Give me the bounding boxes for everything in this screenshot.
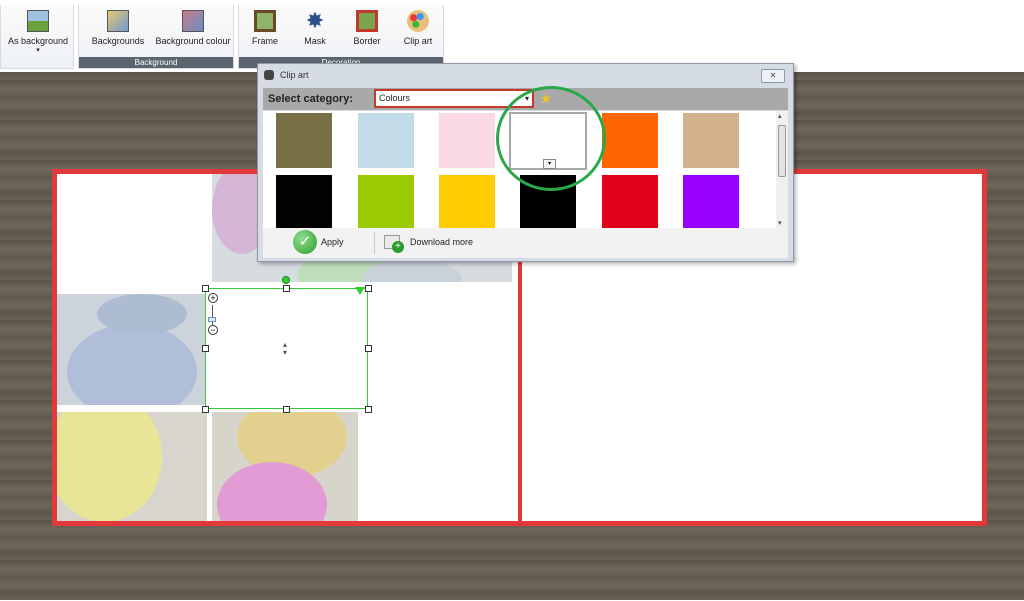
checkmark-icon: ✓ xyxy=(293,230,317,254)
dialog-title: Clip art xyxy=(280,70,309,80)
egg-shape xyxy=(57,412,162,521)
border-label: Border xyxy=(353,36,381,46)
mask-label: Mask xyxy=(304,36,326,46)
zoom-slider[interactable] xyxy=(212,305,213,325)
resize-handle[interactable] xyxy=(202,285,209,292)
selected-placeholder-frame[interactable]: ▴ ▾ xyxy=(205,288,368,409)
resize-handle[interactable] xyxy=(283,285,290,292)
color-swatch[interactable] xyxy=(683,113,739,168)
ribbon-group-decoration: Frame ✸ Mask Border Clip art Decoration xyxy=(238,5,444,69)
resize-handle[interactable] xyxy=(365,345,372,352)
apply-label: Apply xyxy=(321,237,344,247)
scroll-up-icon[interactable]: ▴ xyxy=(778,112,782,120)
scroll-down-icon[interactable]: ▾ xyxy=(778,219,782,227)
dialog-title-bar: Clip art ✕ xyxy=(258,64,793,86)
color-swatch[interactable] xyxy=(602,113,658,168)
resize-handle[interactable] xyxy=(202,345,209,352)
zoom-slider-knob[interactable] xyxy=(208,317,216,322)
dropdown-arrow-icon: ▾ xyxy=(36,47,40,54)
frame-label: Frame xyxy=(251,36,278,46)
download-more-label: Download more xyxy=(410,237,474,247)
move-arrows-icon: ▴ ▾ xyxy=(283,340,288,357)
resize-handle[interactable] xyxy=(283,406,290,413)
photo-mid-left[interactable] xyxy=(57,294,207,405)
backgrounds-label: Backgrounds xyxy=(91,36,145,46)
vertical-scrollbar[interactable]: ▴ ▾ xyxy=(776,111,788,228)
color-swatch[interactable] xyxy=(358,113,414,168)
photo-bottom-left[interactable] xyxy=(57,412,207,521)
rotate-handle[interactable] xyxy=(282,276,290,284)
picture-icon xyxy=(27,10,49,32)
color-swatch[interactable] xyxy=(439,175,495,228)
app-logo-icon xyxy=(264,70,274,80)
photo-bottom-mid[interactable] xyxy=(212,412,358,521)
clip-art-label: Clip art xyxy=(403,36,433,46)
frame-icon xyxy=(254,10,276,32)
resize-handle[interactable] xyxy=(202,406,209,413)
color-swatch[interactable] xyxy=(602,175,658,228)
highlight-circle xyxy=(496,86,606,191)
color-swatch[interactable] xyxy=(683,175,739,228)
resize-handle[interactable] xyxy=(365,285,372,292)
background-colour-button[interactable]: Background colour xyxy=(155,10,231,46)
palette-icon xyxy=(407,10,429,32)
background-colour-icon xyxy=(182,10,204,32)
mask-star-icon: ✸ xyxy=(305,8,325,33)
color-swatch[interactable] xyxy=(439,113,495,168)
corner-triangle-icon[interactable] xyxy=(355,287,365,295)
download-more-button[interactable]: + Download more xyxy=(382,230,492,255)
frame-button[interactable]: Frame xyxy=(245,10,285,46)
as-background-button[interactable]: As background ▾ xyxy=(5,10,71,54)
category-value: Colours xyxy=(379,93,411,103)
backgrounds-button[interactable]: Backgrounds xyxy=(87,10,149,46)
ribbon-group-background: Backgrounds Background colour Background xyxy=(78,5,234,69)
close-icon[interactable]: ✕ xyxy=(761,69,785,83)
egg-shape xyxy=(67,324,197,405)
background-group-label: Background xyxy=(79,57,233,68)
as-background-label: As background xyxy=(7,36,69,46)
select-category-label: Select category: xyxy=(268,93,353,105)
border-button[interactable]: Border xyxy=(345,10,389,46)
zoom-out-icon[interactable]: − xyxy=(208,325,218,335)
puzzle-download-icon: + xyxy=(382,231,404,253)
ribbon-toolbar: As background ▾ Backgrounds Background c… xyxy=(0,0,1024,72)
footer-divider xyxy=(374,232,375,254)
background-colour-label: Background colour xyxy=(155,36,231,46)
mask-button[interactable]: ✸ Mask xyxy=(295,8,335,47)
color-swatch[interactable] xyxy=(276,175,332,228)
backgrounds-icon xyxy=(107,10,129,32)
border-icon xyxy=(356,10,378,32)
scroll-thumb[interactable] xyxy=(778,125,786,177)
color-swatch[interactable] xyxy=(276,113,332,168)
dialog-footer: ✓ Apply + Download more xyxy=(263,228,788,258)
apply-button[interactable]: ✓ Apply xyxy=(293,230,353,255)
clip-art-button[interactable]: Clip art xyxy=(397,10,439,46)
zoom-in-icon[interactable]: + xyxy=(208,293,218,303)
ribbon-group-left: As background ▾ xyxy=(0,5,74,69)
color-swatch[interactable] xyxy=(358,175,414,228)
egg-shape xyxy=(97,294,187,334)
resize-handle[interactable] xyxy=(365,406,372,413)
